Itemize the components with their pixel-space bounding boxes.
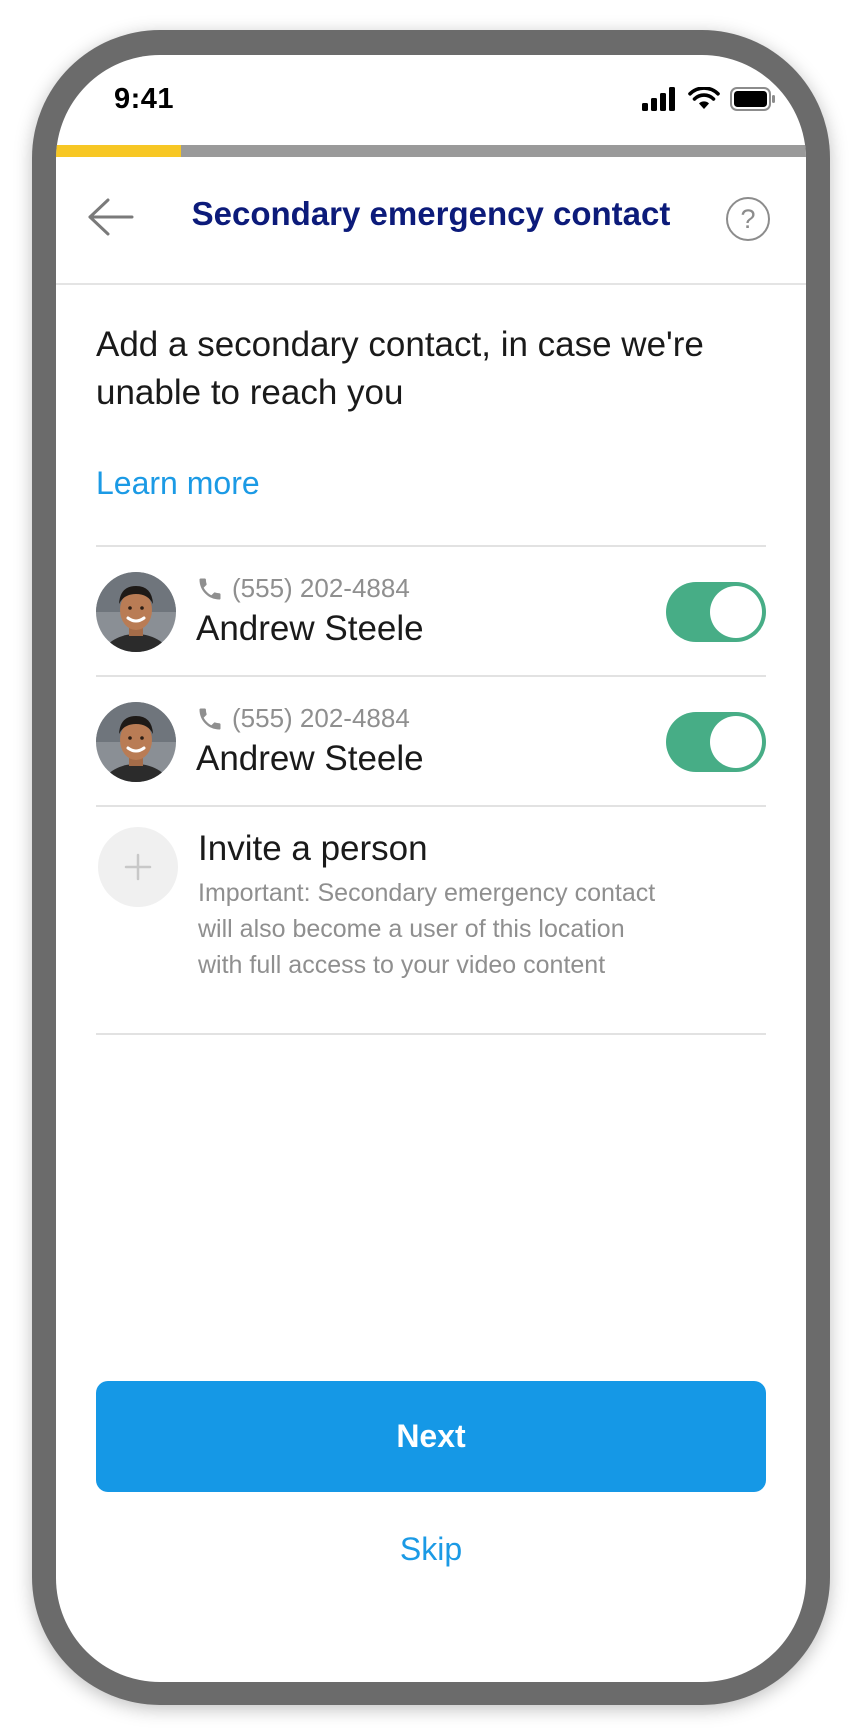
invite-note: Important: Secondary emergency contact w… [198, 879, 656, 979]
contact-toggle[interactable] [666, 712, 766, 772]
status-time: 9:41 [114, 83, 175, 115]
status-icons [642, 87, 776, 111]
contact-toggle[interactable] [666, 582, 766, 642]
avatar [96, 702, 176, 782]
contact-list: (555) 202-4884 Andrew Steele (555) 202-4… [96, 545, 766, 1035]
avatar [96, 572, 176, 652]
wifi-icon [688, 87, 720, 109]
header: Secondary emergency contact ? [56, 157, 806, 285]
contact-row[interactable]: (555) 202-4884 Andrew Steele [96, 547, 766, 677]
signal-icon [642, 87, 675, 111]
phone-icon [199, 708, 221, 729]
progress-fill [56, 145, 181, 157]
skip-button[interactable]: Skip [56, 1531, 806, 1568]
learn-more-link[interactable]: Learn more [96, 465, 260, 502]
help-button[interactable]: ? [726, 197, 770, 241]
question-circle-icon: ? [740, 204, 756, 234]
next-button[interactable]: Next [96, 1381, 766, 1492]
contact-phone: (555) 202-4884 [196, 703, 410, 734]
battery-icon [730, 87, 775, 111]
plus-icon [124, 853, 152, 881]
contact-row[interactable]: (555) 202-4884 Andrew Steele [96, 677, 766, 807]
intro-text: Add a secondary contact, in case we're u… [96, 325, 704, 412]
invite-person-row[interactable]: Invite a person Important: Secondary eme… [96, 807, 766, 1035]
phone-number: (555) 202-4884 [232, 573, 410, 603]
contact-name: Andrew Steele [196, 609, 424, 648]
invite-title: Invite a person [198, 829, 428, 868]
contact-phone: (555) 202-4884 [196, 573, 410, 604]
toggle-knob [710, 586, 762, 638]
phone-icon [199, 578, 221, 599]
page-title: Secondary emergency contact [191, 195, 671, 232]
toggle-knob [710, 716, 762, 768]
phone-number: (555) 202-4884 [232, 703, 410, 733]
app-screen: 9:41 Secondary emergency contact ? Add a… [56, 55, 806, 1682]
contact-name: Andrew Steele [196, 739, 424, 778]
add-person-button[interactable] [98, 827, 178, 907]
progress-bar [56, 145, 806, 157]
